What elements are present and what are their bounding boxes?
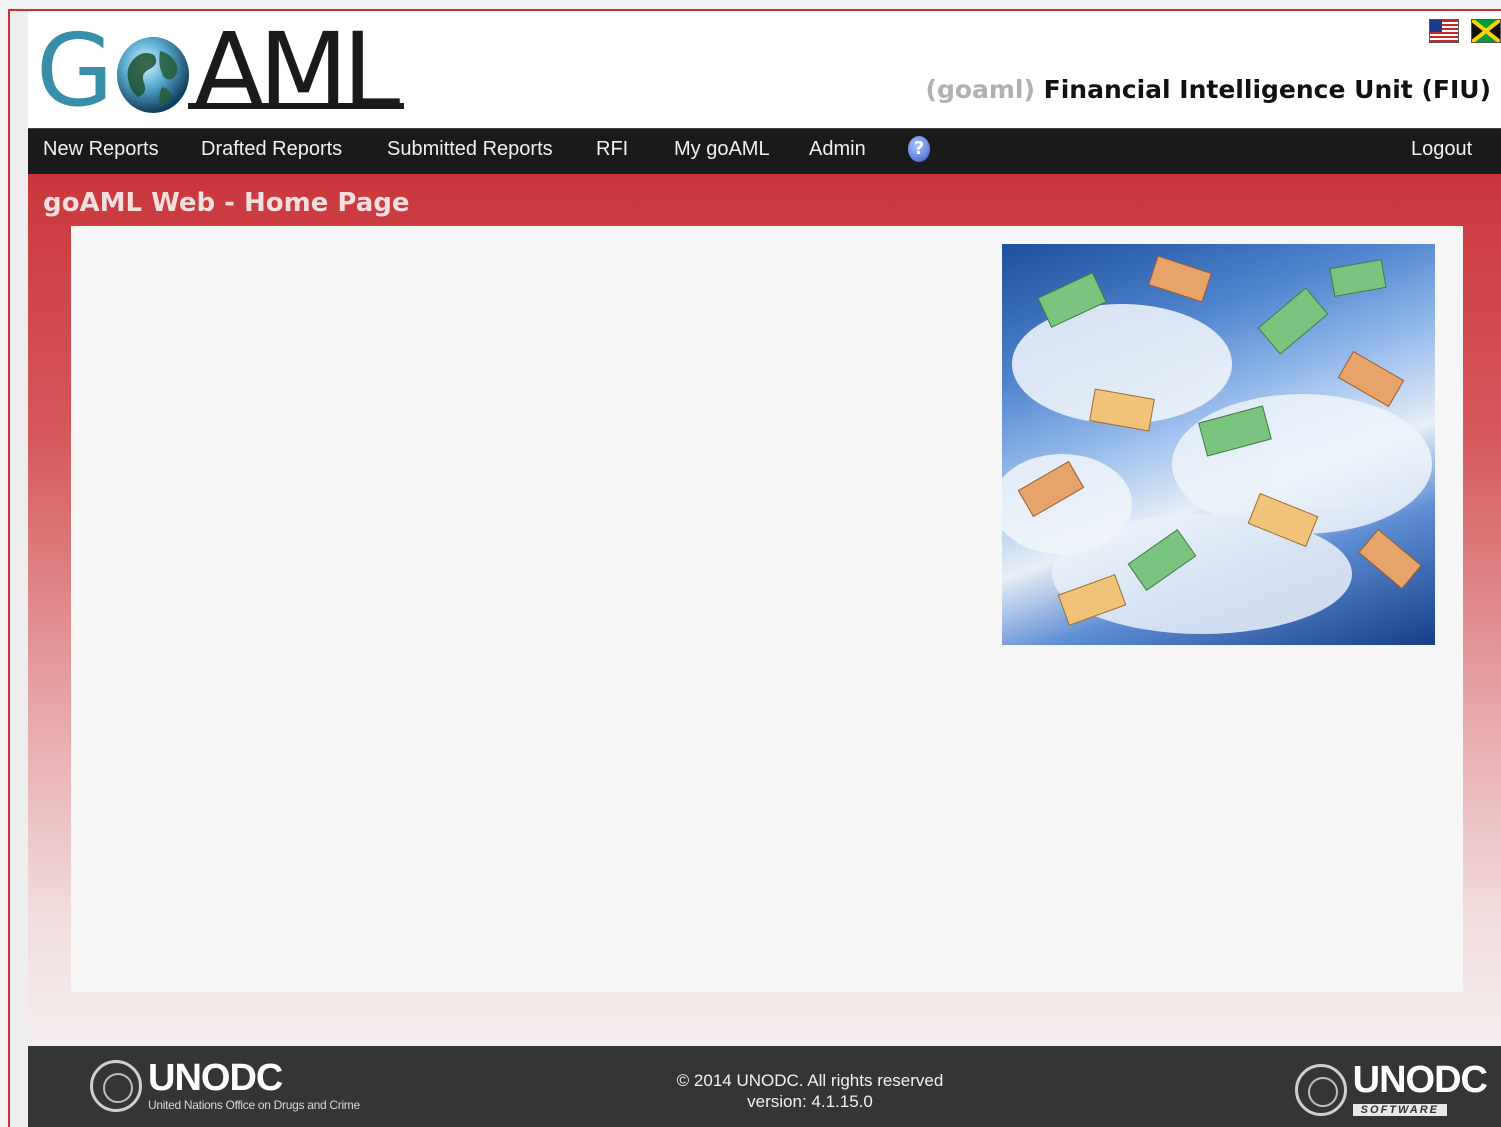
goaml-app: G AML (goaml) Financial Intelligence Uni… (28, 11, 1501, 1127)
org-code: (goaml) (925, 75, 1035, 104)
unodc-subtitle: United Nations Office on Drugs and Crime (148, 1098, 360, 1112)
main-area: goAML Web - Home Page (28, 174, 1501, 1046)
un-emblem-icon (90, 1060, 142, 1112)
nav-admin[interactable]: Admin (809, 129, 866, 175)
footer-info: © 2014 UNODC. All rights reserved versio… (610, 1070, 1010, 1112)
unodc-software-logo: UNODC SOFTWARE (1294, 1059, 1488, 1117)
page-header: G AML (goaml) Financial Intelligence Uni… (28, 11, 1501, 128)
content-panel (71, 226, 1463, 992)
nav-rfi[interactable]: RFI (596, 129, 628, 175)
browser-frame: G AML (goaml) Financial Intelligence Uni… (0, 0, 1501, 1127)
frame-gutter (10, 11, 28, 1127)
nav-new-reports[interactable]: New Reports (43, 129, 159, 175)
main-nav: New Reports Drafted Reports Submitted Re… (28, 128, 1501, 174)
software-tag: SOFTWARE (1352, 1104, 1448, 1116)
jamaica-flag-icon[interactable] (1470, 18, 1501, 44)
globe-icon (114, 31, 192, 115)
organization-title: (goaml) Financial Intelligence Unit (FIU… (926, 75, 1491, 104)
language-flags (1429, 18, 1501, 44)
nav-submitted-reports[interactable]: Submitted Reports (387, 129, 553, 175)
copyright-text: © 2014 UNODC. All rights reserved (676, 1071, 944, 1090)
hero-image (1002, 244, 1435, 645)
page-title: goAML Web - Home Page (43, 188, 410, 218)
unodc-logo: UNODC United Nations Office on Drugs and… (90, 1057, 360, 1112)
logo-letter-g: G (36, 12, 113, 129)
us-flag-icon[interactable] (1429, 19, 1459, 43)
unodc-software-wordmark: UNODC (1352, 1059, 1488, 1101)
page-footer: UNODC United Nations Office on Drugs and… (28, 1046, 1501, 1127)
nav-my-goaml[interactable]: My goAML (674, 129, 770, 175)
help-icon[interactable]: ? (908, 136, 930, 162)
un-emblem-icon (1294, 1063, 1347, 1116)
nav-drafted-reports[interactable]: Drafted Reports (201, 129, 342, 175)
unodc-wordmark: UNODC (148, 1057, 283, 1099)
version-text: version: 4.1.15.0 (747, 1092, 873, 1111)
logo-underline (188, 103, 404, 109)
org-name: Financial Intelligence Unit (FIU) (1043, 75, 1491, 104)
logout-link[interactable]: Logout (1411, 129, 1472, 175)
